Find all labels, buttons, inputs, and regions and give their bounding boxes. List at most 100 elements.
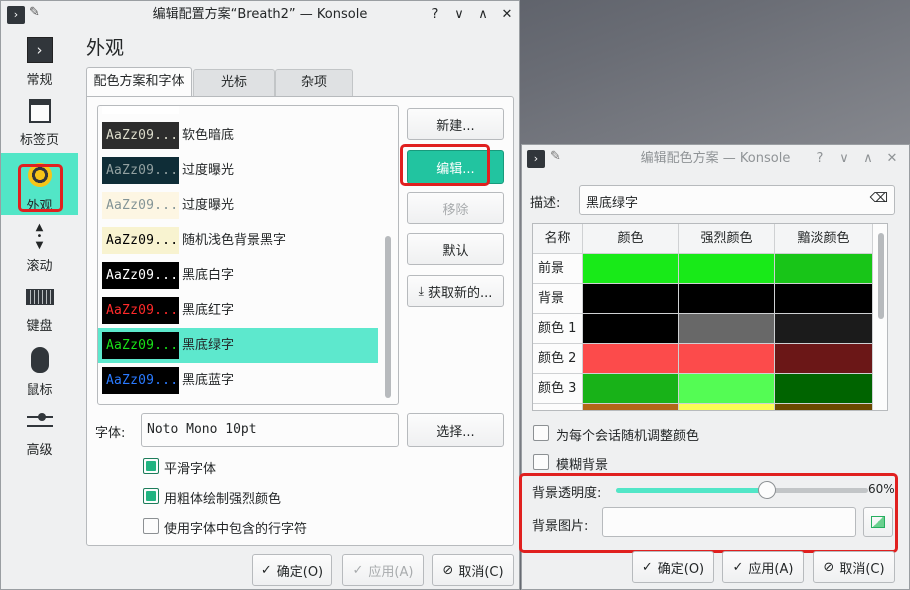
color-swatch[interactable]: [679, 374, 775, 404]
scheme-label: 黑底蓝字: [182, 373, 235, 388]
keyboard-icon: [25, 289, 54, 305]
font-field[interactable]: Noto Mono 10pt: [141, 413, 399, 447]
line-chars-checkbox[interactable]: [143, 518, 159, 534]
maximize-icon[interactable]: ∧: [473, 5, 493, 25]
ok-button[interactable]: ✓ 确定(O): [632, 551, 714, 583]
ok-button[interactable]: ✓ 确定(O): [252, 554, 332, 586]
cancel-button[interactable]: ⊘ 取消(C): [813, 551, 895, 583]
tab-color-font[interactable]: 配色方案和字体: [86, 67, 192, 97]
scheme-label: 软色暗底: [182, 128, 235, 143]
color-swatch[interactable]: [583, 404, 679, 410]
color-swatch[interactable]: [679, 284, 775, 314]
color-swatch[interactable]: [583, 344, 679, 374]
table-header-cell[interactable]: 强烈颜色: [679, 224, 775, 254]
scheme-list-item[interactable]: AaZz09... 黑底蓝字: [98, 363, 378, 398]
blur-background-checkbox[interactable]: [533, 454, 549, 470]
table-header-cell[interactable]: 黯淡颜色: [775, 224, 873, 254]
color-swatch[interactable]: [775, 314, 873, 344]
color-swatch[interactable]: [583, 284, 679, 314]
color-swatch[interactable]: [583, 314, 679, 344]
scheme-list-item[interactable]: AaZz09... 黑底红字: [98, 293, 378, 328]
sidebar-item-mouse[interactable]: 鼠标: [1, 341, 78, 401]
color-table[interactable]: 名称 颜色 强烈颜色 黯淡颜色 前景 背景 颜色 1 颜色 2 颜色 3: [532, 223, 888, 411]
color-swatch[interactable]: [775, 284, 873, 314]
scheme-list-item[interactable]: AaZz09... 过度曝光: [98, 188, 378, 223]
tab-cursor[interactable]: 光标: [193, 69, 275, 97]
color-titlebar: › ✎ 编辑配色方案 — Konsole ? ∨ ∧ ✕: [522, 145, 909, 173]
bold-intense-checkbox[interactable]: [143, 488, 159, 504]
slider-handle[interactable]: [758, 481, 777, 499]
sidebar: › 常规 标签页 外观 ▲ • ▼ 滚动 键盘 鼠标 高级: [1, 29, 78, 589]
sidebar-item-keyboard[interactable]: 键盘: [1, 279, 78, 339]
scheme-list-item[interactable]: AaZz09... 软色暗底: [98, 118, 378, 153]
opacity-slider[interactable]: [616, 481, 868, 499]
sidebar-item-label: 标签页: [19, 133, 59, 148]
sidebar-item-general[interactable]: › 常规: [1, 31, 78, 91]
color-row-name: [533, 404, 583, 410]
description-field[interactable]: 黑底绿字 ⌫: [579, 185, 895, 215]
sidebar-item-label: 常规: [26, 73, 53, 88]
annotation-highlight-edit: [400, 144, 490, 186]
sidebar-item-scroll[interactable]: ▲ • ▼ 滚动: [1, 217, 78, 277]
background-image-field[interactable]: [602, 507, 856, 537]
new-scheme-button[interactable]: 新建...: [407, 108, 504, 140]
tabs-icon: [28, 99, 51, 123]
content-panel: 外观 配色方案和字体 光标 杂项 AaZz09...白底黑字AaZz09...软…: [78, 29, 519, 589]
list-scrollbar[interactable]: [385, 236, 391, 398]
color-swatch[interactable]: [679, 344, 775, 374]
scheme-list-item[interactable]: AaZz09... 过度曝光: [98, 153, 378, 188]
smooth-fonts-label: 平滑字体: [164, 462, 217, 477]
color-row-name: 颜色 2: [533, 344, 583, 374]
remove-scheme-button[interactable]: 移除: [407, 192, 504, 224]
color-swatch[interactable]: [679, 314, 775, 344]
table-header-cell[interactable]: 名称: [533, 224, 583, 254]
button-label: 取消(C): [458, 564, 504, 580]
apply-button[interactable]: ✓ 应用(A): [722, 551, 804, 583]
tab-misc[interactable]: 杂项: [275, 69, 353, 97]
table-scrollbar-track[interactable]: [878, 233, 884, 319]
clear-text-icon[interactable]: ⌫: [870, 191, 888, 206]
color-swatch[interactable]: [775, 344, 873, 374]
scheme-list-item[interactable]: AaZz09... 随机浅色背景黑字: [98, 223, 378, 258]
minimize-icon[interactable]: ∨: [834, 149, 854, 169]
color-swatch[interactable]: [583, 374, 679, 404]
get-new-schemes-button[interactable]: ⤓ 获取新的...: [407, 275, 504, 307]
button-label: 确定(O): [276, 564, 324, 580]
minimize-icon[interactable]: ∨: [449, 5, 469, 25]
scheme-list-item[interactable]: AaZz09... 黑底白字: [98, 258, 378, 293]
check-icon: ✓: [641, 559, 653, 575]
color-swatch[interactable]: [775, 404, 873, 410]
maximize-icon[interactable]: ∧: [858, 149, 878, 169]
sidebar-item-tabs[interactable]: 标签页: [1, 93, 78, 153]
sidebar-item-advanced[interactable]: 高级: [1, 403, 78, 463]
help-icon[interactable]: ?: [425, 5, 445, 25]
annotation-highlight-appearance: [18, 164, 63, 212]
blur-background-label: 模糊背景: [556, 458, 609, 473]
table-header-cell[interactable]: 颜色: [583, 224, 679, 254]
scheme-preview: AaZz09...: [102, 106, 179, 114]
scheme-list-item[interactable]: AaZz09...白底黑字: [98, 106, 378, 118]
default-scheme-button[interactable]: 默认: [407, 233, 504, 265]
smooth-fonts-checkbox[interactable]: [143, 458, 159, 474]
apply-button[interactable]: ✓ 应用(A): [342, 554, 424, 586]
color-swatch[interactable]: [775, 374, 873, 404]
color-swatch[interactable]: [583, 254, 679, 284]
color-scheme-list[interactable]: AaZz09...白底黑字AaZz09...软色暗底AaZz09...过度曝光A…: [97, 105, 399, 405]
color-swatch[interactable]: [775, 254, 873, 284]
scheme-list-item[interactable]: AaZz09... 黑底绿字: [98, 328, 378, 363]
color-swatch[interactable]: [679, 254, 775, 284]
table-row: 颜色 1: [533, 314, 873, 344]
scheme-label: 过度曝光: [182, 198, 235, 213]
cancel-button[interactable]: ⊘ 取消(C): [432, 554, 514, 586]
color-swatch[interactable]: [679, 404, 775, 410]
terminal-icon: ›: [26, 37, 53, 63]
help-icon[interactable]: ?: [810, 149, 830, 169]
choose-image-button[interactable]: [863, 507, 893, 537]
advanced-icon: [26, 413, 53, 429]
close-icon[interactable]: ✕: [497, 5, 517, 25]
button-label: 获取新的...: [427, 285, 493, 301]
random-colors-checkbox[interactable]: [533, 425, 549, 441]
button-label: 选择...: [436, 424, 475, 440]
close-icon[interactable]: ✕: [882, 149, 902, 169]
choose-font-button[interactable]: 选择...: [407, 413, 504, 447]
